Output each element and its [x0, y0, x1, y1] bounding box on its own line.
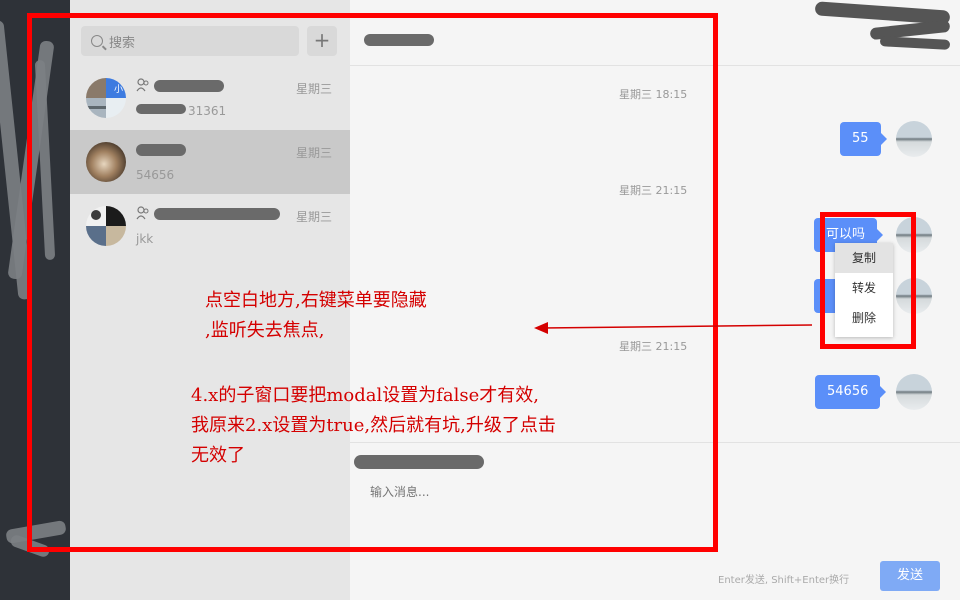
- self-avatar: [896, 121, 932, 157]
- annotation-line: 4.x的子窗口要把modal设置为false才有效,: [191, 385, 540, 406]
- self-avatar: [896, 374, 932, 410]
- send-button[interactable]: 发送: [880, 561, 940, 591]
- send-hint: Enter发送, Shift+Enter换行: [718, 575, 850, 586]
- annotation-line: 我原来2.x设置为true,然后就有坑,升级了点击: [191, 415, 556, 436]
- message-bubble[interactable]: 54656: [815, 375, 887, 409]
- annotation-note-1: 点空白地方,右键菜单要隐藏 ,监听失去焦点,: [205, 286, 427, 346]
- annotation-box-menu: [820, 212, 916, 349]
- annotation-line: 点空白地方,右键菜单要隐藏: [205, 290, 427, 311]
- annotation-note-2: 4.x的子窗口要把modal设置为false才有效, 我原来2.x设置为true…: [191, 381, 556, 471]
- annotation-arrow: [534, 322, 813, 334]
- annotation-box-large: [27, 13, 718, 552]
- annotation-line: 无效了: [191, 445, 245, 466]
- annotation-line: ,监听失去焦点,: [205, 320, 325, 341]
- message-bubble[interactable]: 55: [840, 122, 887, 156]
